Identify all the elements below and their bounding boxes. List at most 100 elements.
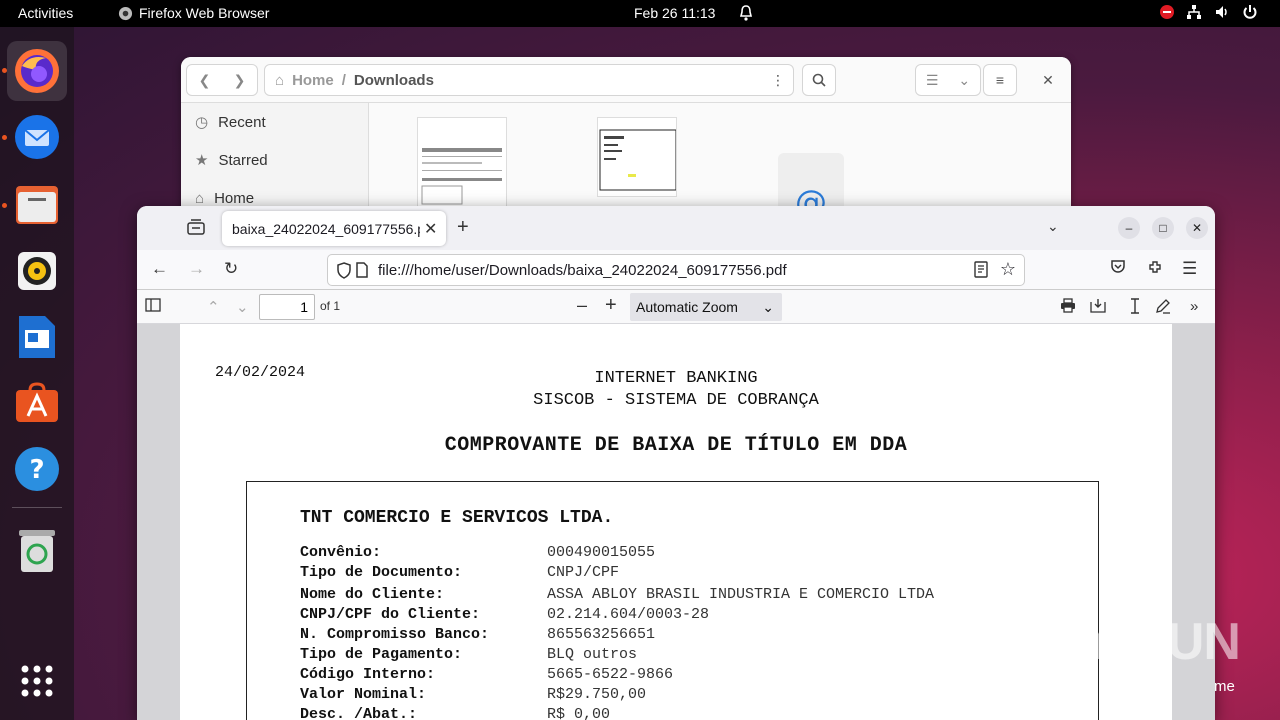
app-center-icon — [16, 382, 58, 422]
detail-label: Tipo de Documento: — [300, 564, 463, 581]
sidebar-item-starred[interactable]: ★ Starred — [181, 141, 368, 179]
minimize-icon[interactable]: – — [1118, 217, 1140, 239]
chevron-down-icon[interactable]: ⌄ — [958, 72, 970, 89]
desktop-icon-label: me — [1214, 678, 1235, 695]
detail-label: Desc. /Abat.: — [300, 706, 418, 720]
detail-label: Tipo de Pagamento: — [300, 646, 463, 663]
list-tabs-icon[interactable]: ⌄ — [1047, 218, 1059, 235]
file-thumbnail[interactable] — [597, 117, 677, 197]
new-tab-icon[interactable]: + — [457, 216, 469, 239]
app-menu[interactable]: Firefox Web Browser — [118, 5, 269, 21]
system-tray[interactable] — [1160, 4, 1258, 20]
search-icon[interactable] — [802, 64, 836, 96]
page-number-input[interactable]: 1 — [259, 294, 315, 320]
shield-icon[interactable] — [336, 262, 352, 283]
dock-app-center[interactable] — [7, 373, 67, 433]
pocket-icon[interactable] — [1110, 259, 1126, 280]
detail-value: CNPJ/CPF — [547, 564, 620, 581]
detail-value: ASSA ABLOY BRASIL INDUSTRIA E COMERCIO L… — [547, 586, 935, 603]
more-tools-icon[interactable]: » — [1190, 298, 1198, 315]
document-title: COMPROVANTE DE BAIXA DE TÍTULO EM DDA — [444, 434, 908, 457]
activities-button[interactable]: Activities — [18, 5, 73, 21]
zoom-value: Automatic Zoom — [636, 299, 738, 315]
sidebar-item-recent[interactable]: ◷ Recent — [181, 103, 368, 141]
files-window: ❮ ❯ ⌂ Home / Downloads ⋮ ☰ ⌄ ≡ ✕ ◷ Recen… — [181, 57, 1071, 227]
header-line2: SISCOB - SISTEMA DE COBRANÇA — [533, 391, 819, 410]
clock-icon: ◷ — [195, 114, 209, 131]
details-box: TNT COMERCIO E SERVICOS LTDA. Convênio: 0… — [246, 481, 1099, 720]
save-icon[interactable] — [1090, 298, 1106, 317]
bookmark-star-icon[interactable]: ☆ — [1000, 259, 1016, 280]
dock-firefox[interactable] — [7, 41, 67, 101]
hamburger-menu-icon[interactable]: ≡ — [983, 64, 1017, 96]
page-count: of 1 — [320, 299, 341, 313]
extensions-icon[interactable] — [1147, 259, 1163, 280]
maximize-icon[interactable]: □ — [1152, 217, 1174, 239]
sidebar-toggle-icon[interactable] — [145, 298, 161, 316]
back-icon[interactable]: ← — [151, 259, 168, 279]
forward-icon[interactable]: → — [188, 259, 205, 279]
breadcrumb-current[interactable]: Downloads — [354, 72, 434, 89]
dock-trash[interactable] — [7, 521, 67, 581]
page-icon — [356, 262, 368, 282]
zoom-out-icon[interactable]: – — [577, 295, 587, 316]
notification-bell-icon[interactable] — [738, 4, 754, 25]
help-icon: ? — [15, 447, 59, 491]
reader-mode-icon[interactable] — [974, 261, 988, 282]
volume-icon — [1216, 6, 1227, 18]
tab-pdf[interactable]: baixa_24022024_609177556.pdf ✕ — [222, 211, 446, 246]
detail-value: R$ 0,00 — [547, 706, 611, 720]
document-header: INTERNET BANKING SISCOB - SISTEMA DE COB… — [180, 368, 1172, 412]
detail-row: Desc. /Abat.: R$ 0,00 — [300, 706, 934, 720]
close-tab-icon[interactable]: ✕ — [424, 219, 437, 239]
breadcrumb-home[interactable]: Home — [292, 72, 334, 89]
running-indicator — [2, 203, 7, 208]
dock-files[interactable] — [7, 175, 67, 235]
list-view-icon[interactable]: ☰ — [926, 72, 939, 89]
reload-icon[interactable]: ↻ — [224, 259, 238, 279]
tab-bar: baixa_24022024_609177556.pdf ✕ + ⌄ – □ ✕ — [137, 206, 1215, 250]
detail-row: Valor Nominal: R$29.750,00 — [300, 686, 934, 706]
previous-page-icon[interactable]: ⌃ — [207, 298, 220, 316]
breadcrumb-separator: / — [341, 71, 346, 89]
kebab-menu-icon[interactable]: ⋮ — [761, 64, 795, 96]
firefox-view-icon[interactable] — [187, 219, 205, 240]
forward-icon[interactable]: ❯ — [234, 72, 246, 89]
dock-thunderbird[interactable] — [7, 107, 67, 167]
home-icon: ⌂ — [195, 189, 205, 207]
watermark-logo: ANY RUN — [1011, 613, 1241, 671]
view-options[interactable]: ☰ ⌄ — [915, 64, 981, 96]
detail-value: 5665-6522-9866 — [547, 666, 674, 683]
print-icon[interactable] — [1060, 298, 1076, 317]
zoom-in-icon[interactable]: + — [605, 294, 617, 317]
close-window-icon[interactable]: ✕ — [1186, 217, 1208, 239]
dock-show-apps[interactable] — [7, 651, 67, 711]
detail-row: Tipo de Documento: CNPJ/CPF — [300, 564, 934, 586]
close-icon[interactable]: ✕ — [1033, 64, 1063, 96]
back-icon[interactable]: ❮ — [199, 72, 211, 89]
do-not-disturb-icon — [1160, 5, 1174, 19]
detail-value: 865563256651 — [547, 626, 656, 643]
svg-text:?: ? — [29, 455, 44, 485]
file-thumbnail[interactable] — [417, 117, 507, 207]
dock-help[interactable]: ? — [7, 439, 67, 499]
app-name: Firefox Web Browser — [139, 5, 270, 21]
detail-value: BLQ outros — [547, 646, 638, 663]
breadcrumb[interactable]: ⌂ Home / Downloads — [264, 64, 794, 96]
detail-label: Código Interno: — [300, 666, 436, 683]
next-page-icon[interactable]: ⌄ — [236, 298, 249, 316]
detail-label: Valor Nominal: — [300, 686, 427, 703]
zoom-select[interactable]: Automatic Zoom ⌄ — [630, 293, 782, 321]
url-bar[interactable]: file:///home/user/Downloads/baixa_240220… — [327, 254, 1025, 286]
running-indicator — [2, 135, 7, 140]
app-menu-icon[interactable]: ☰ — [1182, 259, 1197, 279]
sidebar-item-label: Home — [214, 189, 255, 207]
dock-rhythmbox[interactable] — [7, 241, 67, 301]
text-tool-icon[interactable] — [1130, 298, 1140, 318]
clock[interactable]: Feb 26 11:13 — [634, 5, 715, 21]
show-apps-icon — [21, 665, 53, 697]
file-icon[interactable]: @ — [778, 153, 844, 221]
dock-writer[interactable] — [7, 307, 67, 367]
power-icon — [1243, 5, 1257, 19]
draw-tool-icon[interactable] — [1155, 298, 1171, 318]
